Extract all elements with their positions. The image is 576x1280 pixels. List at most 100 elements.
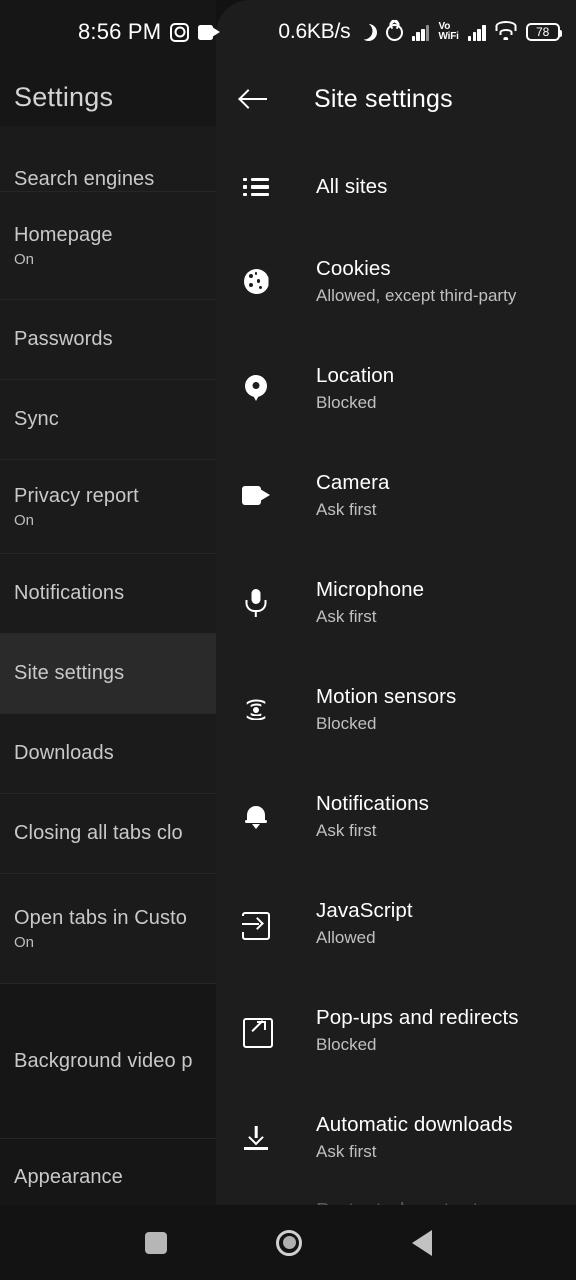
cookie-icon: [243, 269, 269, 294]
motion-sensor-icon: [241, 699, 271, 721]
site-setting-row[interactable]: Pop-ups and redirects Blocked: [216, 977, 576, 1084]
row-icon-slot: [238, 178, 274, 196]
row-text: JavaScript Allowed: [316, 899, 413, 948]
sidebar-item-label: Notifications: [14, 582, 125, 604]
row-label: Notifications: [316, 792, 429, 815]
site-settings-list: All sites Cookies Allowed, except third-pa…: [216, 146, 576, 1205]
sidebar-item-label: Open tabs in Custo: [14, 906, 188, 929]
sidebar-item-label: Search engines: [14, 168, 155, 190]
row-label: Motion sensors: [316, 685, 457, 708]
row-label: Camera: [316, 471, 390, 494]
sidebar-item-background-video-p[interactable]: Background video p: [0, 984, 216, 1139]
popup-redirect-icon: [243, 1017, 273, 1048]
sidebar-item-label: Sync: [14, 408, 59, 430]
site-setting-row[interactable]: Cookies Allowed, except third-party: [216, 228, 576, 335]
row-status: Blocked: [316, 393, 377, 412]
download-icon: [244, 1126, 268, 1150]
sidebar-item-value: On: [14, 511, 35, 529]
row-text: Camera Ask first: [316, 471, 390, 520]
sidebar-item-open-tabs-in-custo[interactable]: Open tabs in Custo On: [0, 874, 216, 984]
microphone-icon: [247, 589, 265, 617]
row-text: Location Blocked: [316, 364, 394, 413]
row-text: Microphone Ask first: [316, 578, 424, 627]
sidebar-item-label: Homepage: [14, 223, 113, 246]
sidebar-item-label: Appearance: [14, 1166, 123, 1188]
row-status: Allowed: [316, 928, 376, 947]
sidebar-item-sync[interactable]: Sync: [0, 380, 216, 460]
settings-sidebar: Settings Search engines Homepage On Passwor…: [0, 0, 216, 1205]
row-icon-slot: [238, 374, 274, 403]
row-icon-slot: [238, 1126, 274, 1150]
row-text: Cookies Allowed, except third-party: [316, 257, 516, 306]
row-label: All sites: [316, 175, 388, 198]
android-navigation-bar: [0, 1205, 576, 1280]
row-icon-slot: [238, 589, 274, 617]
square-icon: [145, 1231, 167, 1254]
row-icon-slot: [238, 486, 274, 505]
sidebar-item-label: Site settings: [14, 662, 125, 684]
camera-icon: [242, 486, 270, 505]
row-text: All sites: [316, 175, 388, 199]
back-button[interactable]: [230, 75, 278, 123]
site-setting-row[interactable]: All sites: [216, 146, 576, 228]
sidebar-item-passwords[interactable]: Passwords: [0, 300, 216, 380]
row-text: Notifications Ask first: [316, 792, 429, 841]
site-setting-row[interactable]: JavaScript Allowed: [216, 870, 576, 977]
row-label: Location: [316, 364, 395, 387]
row-text: Motion sensors Blocked: [316, 685, 456, 734]
sidebar-item-label: Passwords: [14, 328, 113, 350]
row-label: Cookies: [316, 257, 391, 280]
sidebar-item-label: Downloads: [14, 742, 114, 764]
row-text: Automatic downloads Ask first: [316, 1113, 513, 1162]
sidebar-title: Settings: [14, 82, 114, 112]
row-label: Pop-ups and redirects: [316, 1006, 519, 1029]
row-status: Ask first: [316, 1142, 377, 1161]
row-status: Blocked: [316, 714, 377, 733]
sidebar-item-value: On: [14, 933, 35, 951]
circle-icon: [276, 1229, 302, 1256]
row-icon-slot: [238, 1017, 274, 1048]
sidebar-item-value: On: [14, 250, 35, 268]
row-icon-slot: [238, 699, 274, 721]
site-setting-row[interactable]: Notifications Ask first: [216, 763, 576, 870]
row-label: Automatic downloads: [316, 1113, 513, 1136]
site-setting-row[interactable]: Motion sensors Blocked: [216, 656, 576, 763]
sidebar-item-notifications[interactable]: Notifications: [0, 554, 216, 634]
site-setting-row[interactable]: Microphone Ask first: [216, 549, 576, 656]
list-icon: [243, 178, 269, 196]
sidebar-item-list: Search engines Homepage On Passwords Sync Pri…: [0, 126, 216, 1205]
sidebar-item-search-engines[interactable]: Search engines: [0, 126, 216, 192]
home-button[interactable]: [254, 1205, 324, 1280]
row-status: Allowed, except third-party: [316, 286, 517, 305]
row-status: Ask first: [316, 607, 377, 626]
row-icon-slot: [238, 269, 274, 294]
sidebar-item-label: Background video p: [14, 1049, 193, 1072]
sidebar-item-downloads[interactable]: Downloads: [0, 714, 216, 794]
row-status: Ask first: [316, 821, 377, 840]
panel-header: Site settings: [216, 74, 576, 124]
row-icon-slot: [238, 804, 274, 829]
arrow-left-icon: [241, 89, 267, 109]
bell-icon: [245, 804, 267, 829]
row-status: Ask first: [316, 500, 377, 519]
triangle-icon: [412, 1229, 432, 1256]
phone-screen: Settings Search engines Homepage On Passwor…: [0, 0, 576, 1280]
row-status: Blocked: [316, 1035, 377, 1054]
sidebar-item-privacy-report[interactable]: Privacy report On: [0, 460, 216, 554]
site-settings-panel: Site settings All sites Cookies Allowed, e…: [216, 0, 576, 1205]
sidebar-item-appearance[interactable]: Appearance: [0, 1139, 216, 1205]
site-setting-row[interactable]: Location Blocked: [216, 335, 576, 442]
page-title: Site settings: [314, 84, 453, 113]
site-setting-row[interactable]: Camera Ask first: [216, 442, 576, 549]
sidebar-item-homepage[interactable]: Homepage On: [0, 192, 216, 300]
sidebar-item-closing-all-tabs-clo[interactable]: Closing all tabs clo: [0, 794, 216, 874]
site-setting-row[interactable]: Protected content: [216, 1191, 576, 1205]
back-nav-button[interactable]: [387, 1205, 457, 1280]
recents-button[interactable]: [121, 1205, 191, 1280]
location-pin-icon: [245, 374, 267, 403]
site-setting-row[interactable]: Automatic downloads Ask first: [216, 1084, 576, 1191]
sidebar-item-label: Closing all tabs clo: [14, 822, 183, 844]
sidebar-item-site-settings[interactable]: Site settings: [0, 634, 216, 714]
javascript-icon: [241, 911, 270, 940]
row-label: Microphone: [316, 578, 425, 601]
